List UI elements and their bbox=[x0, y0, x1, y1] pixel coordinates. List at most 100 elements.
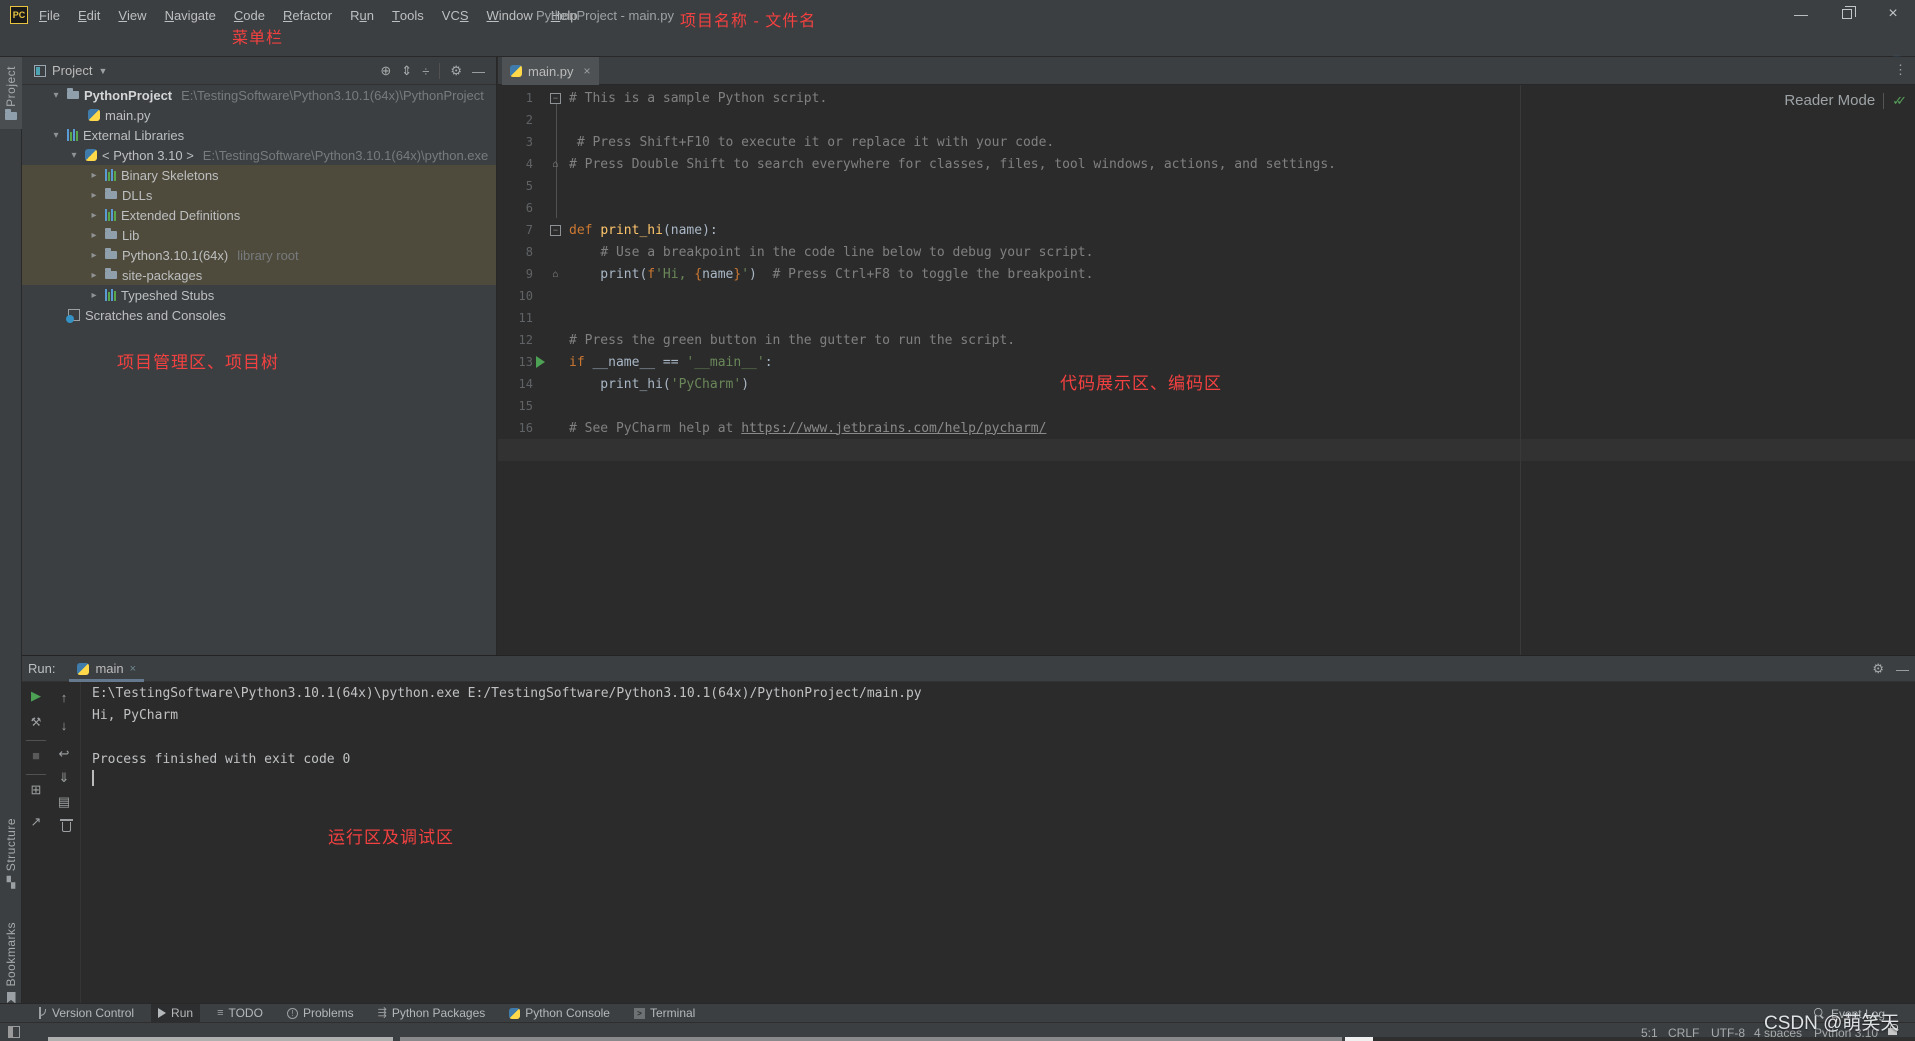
toolwindow-toggle-icon[interactable] bbox=[8, 1026, 20, 1038]
pycharm-window: PC File Edit View Navigate Code Refactor… bbox=[0, 0, 1915, 1041]
tree-item-python-root[interactable]: ▸ Python3.10.1(64x) library root bbox=[22, 245, 496, 265]
toolwindow-todo[interactable]: ≡ TODO bbox=[210, 1004, 270, 1022]
chevron-collapsed-icon[interactable]: ▸ bbox=[88, 210, 100, 221]
tab-options-icon[interactable]: ⋮ bbox=[1894, 62, 1907, 78]
run-tab-main[interactable]: main × bbox=[69, 656, 144, 682]
scroll-to-end-icon[interactable]: ⇓ bbox=[56, 770, 72, 786]
chevron-collapsed-icon[interactable]: ▸ bbox=[88, 290, 100, 301]
chevron-collapsed-icon[interactable]: ▸ bbox=[88, 270, 100, 281]
tree-item-external-libraries[interactable]: ▾ External Libraries bbox=[22, 125, 496, 145]
menu-run[interactable]: Run bbox=[341, 0, 383, 30]
soft-wrap-icon[interactable]: ↩ bbox=[56, 746, 72, 762]
fold-marker-icon[interactable]: ⌂ bbox=[550, 159, 561, 170]
chevron-expanded-icon[interactable]: ▾ bbox=[50, 90, 62, 101]
python-icon bbox=[77, 663, 89, 675]
fold-marker-icon[interactable]: − bbox=[550, 225, 561, 236]
locate-file-button[interactable]: ⊕ bbox=[380, 63, 391, 79]
fold-marker-icon[interactable]: − bbox=[550, 93, 561, 104]
code-viewport: 1# This is a sample Python script. 2 3 #… bbox=[498, 87, 1915, 461]
annotation-menu-bar: 菜单栏 bbox=[232, 24, 283, 48]
up-stack-trace-icon[interactable]: ↑ bbox=[56, 690, 72, 706]
console-line: Process finished with exit code 0 bbox=[92, 748, 922, 770]
hide-panel-button[interactable]: — bbox=[1896, 662, 1909, 677]
close-tab-icon[interactable]: × bbox=[130, 663, 136, 675]
python-file-icon bbox=[510, 65, 522, 77]
toolwindow-problems[interactable]: ! Problems bbox=[280, 1004, 361, 1022]
minimize-button[interactable]: — bbox=[1778, 0, 1824, 28]
tree-item-extended-definitions[interactable]: ▸ Extended Definitions bbox=[22, 205, 496, 225]
toolwindow-run[interactable]: Run bbox=[151, 1004, 200, 1022]
chevron-collapsed-icon[interactable]: ▸ bbox=[88, 230, 100, 241]
menu-edit[interactable]: Edit bbox=[69, 0, 109, 30]
error-circle-icon: ! bbox=[287, 1008, 298, 1019]
code-line: 7def print_hi(name): bbox=[498, 219, 1915, 241]
menu-window[interactable]: Window bbox=[478, 0, 542, 30]
fold-marker-icon[interactable]: ⌂ bbox=[550, 269, 561, 280]
editor-tab-bar: main.py × ⋮ bbox=[498, 57, 1915, 85]
chevron-expanded-icon[interactable]: ▾ bbox=[68, 150, 80, 161]
toolwindow-python-packages[interactable]: ⇶ Python Packages bbox=[371, 1004, 493, 1022]
menu-navigate[interactable]: Navigate bbox=[156, 0, 225, 30]
toolwindow-terminal[interactable]: > Terminal bbox=[627, 1004, 702, 1022]
run-line-icon[interactable] bbox=[536, 356, 545, 368]
project-panel-header: Project ▼ ⊕ ⇕ ÷ ⚙ — bbox=[22, 57, 496, 85]
branch-icon bbox=[37, 1007, 47, 1019]
toolwindow-python-console[interactable]: Python Console bbox=[502, 1004, 617, 1022]
tree-item-dlls[interactable]: ▸ DLLs bbox=[22, 185, 496, 205]
run-panel-settings-icon[interactable]: ⚙ bbox=[1872, 661, 1884, 677]
tree-item-site-packages[interactable]: ▸ site-packages bbox=[22, 265, 496, 285]
chevron-expanded-icon[interactable]: ▾ bbox=[50, 130, 62, 141]
menu-file[interactable]: File bbox=[30, 0, 69, 30]
console-line: Hi, PyCharm bbox=[92, 704, 922, 726]
tree-item-main-py[interactable]: main.py bbox=[22, 105, 496, 125]
code-line: 12# Press the green button in the gutter… bbox=[498, 329, 1915, 351]
chevron-down-icon[interactable]: ▼ bbox=[98, 66, 107, 76]
rerun-button[interactable]: ▶ bbox=[28, 688, 44, 704]
close-tab-icon[interactable]: × bbox=[584, 64, 591, 78]
project-panel-title[interactable]: Project bbox=[52, 63, 92, 78]
tree-item-typeshed-stubs[interactable]: ▸ Typeshed Stubs bbox=[22, 285, 496, 305]
collapse-all-button[interactable]: ÷ bbox=[422, 64, 429, 79]
todo-list-icon: ≡ bbox=[217, 1008, 223, 1019]
tab-main-py[interactable]: main.py × bbox=[502, 57, 599, 85]
tree-item-scratches[interactable]: Scratches and Consoles bbox=[22, 305, 496, 325]
code-line: 6 bbox=[498, 197, 1915, 219]
run-panel-title: Run: bbox=[28, 661, 55, 676]
tool-window-icon bbox=[34, 65, 46, 77]
stripe-item-project[interactable]: Project bbox=[0, 57, 22, 129]
tree-item-python-310[interactable]: ▾ < Python 3.10 > E:\TestingSoftware\Pyt… bbox=[22, 145, 496, 165]
project-tree: ▾ PythonProject E:\TestingSoftware\Pytho… bbox=[22, 85, 496, 325]
project-tool-window: Project ▼ ⊕ ⇕ ÷ ⚙ — ▾ PythonProject E:\T… bbox=[22, 57, 497, 655]
pin-tab-icon[interactable]: ↗ bbox=[28, 814, 44, 830]
chevron-collapsed-icon[interactable]: ▸ bbox=[88, 190, 100, 201]
panel-settings-button[interactable]: ⚙ bbox=[450, 63, 462, 79]
restore-layout-icon[interactable]: ⊞ bbox=[28, 782, 44, 798]
clear-all-icon[interactable] bbox=[58, 820, 74, 836]
stripe-item-structure[interactable]: Structure ▚ bbox=[0, 818, 22, 910]
tree-item-lib[interactable]: ▸ Lib bbox=[22, 225, 496, 245]
restore-button[interactable] bbox=[1824, 0, 1870, 28]
menu-refactor[interactable]: Refactor bbox=[274, 0, 341, 30]
editor-area[interactable]: main.py × ⋮ Reader Mode ✓✓ 1# This is a … bbox=[498, 57, 1915, 655]
code-line: 16# See PyCharm help at https://www.jetb… bbox=[498, 417, 1915, 439]
menu-vcs[interactable]: VCS bbox=[433, 0, 478, 30]
code-line: 1# This is a sample Python script. bbox=[498, 87, 1915, 109]
menu-view[interactable]: View bbox=[109, 0, 155, 30]
toolwindow-version-control[interactable]: Version Control bbox=[30, 1004, 141, 1022]
chevron-collapsed-icon[interactable]: ▸ bbox=[88, 250, 100, 261]
print-icon[interactable]: ▤ bbox=[56, 794, 72, 810]
watermark: CSDN @萌笑天 bbox=[1764, 1008, 1899, 1035]
chevron-collapsed-icon[interactable]: ▸ bbox=[88, 170, 100, 181]
tree-item-pythonproject[interactable]: ▾ PythonProject E:\TestingSoftware\Pytho… bbox=[22, 85, 496, 105]
down-stack-trace-icon[interactable]: ↓ bbox=[56, 718, 72, 734]
library-icon bbox=[67, 129, 78, 141]
folder-icon bbox=[105, 251, 117, 259]
hide-panel-button[interactable]: — bbox=[472, 64, 485, 79]
tree-item-binary-skeletons[interactable]: ▸ Binary Skeletons bbox=[22, 165, 496, 185]
close-button[interactable]: × bbox=[1870, 0, 1915, 28]
folder-icon bbox=[105, 271, 117, 279]
menu-tools[interactable]: Tools bbox=[383, 0, 433, 30]
edit-configuration-icon[interactable]: ⚒ bbox=[28, 714, 44, 730]
run-console[interactable]: E:\TestingSoftware\Python3.10.1(64x)\pyt… bbox=[92, 682, 922, 770]
expand-all-button[interactable]: ⇕ bbox=[401, 63, 412, 79]
